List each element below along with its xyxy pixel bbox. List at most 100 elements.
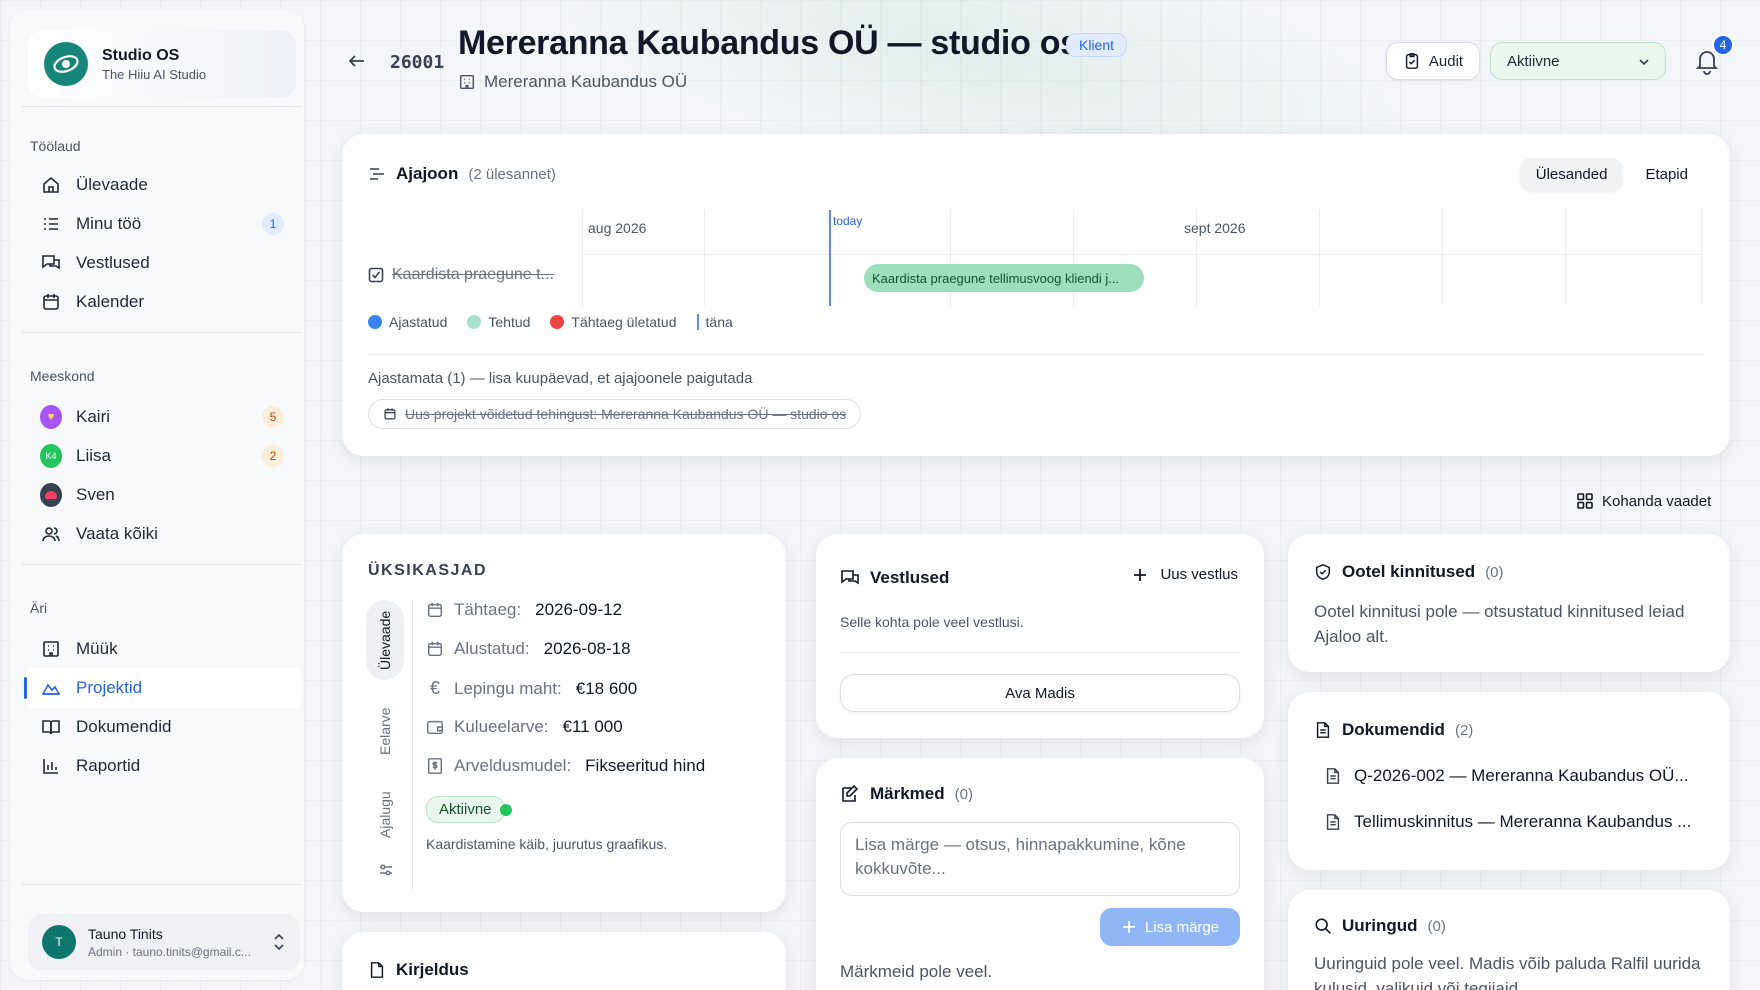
status-select[interactable]: Aktiivne [1490,42,1666,80]
sidebar-item-view-all[interactable]: Vaata kõiki [24,514,302,554]
month-label: sept 2026 [1184,220,1246,236]
new-chat-button[interactable]: Uus vestlus [1132,566,1238,583]
field-contract-value: € Lepingu maht: €18 600 [426,678,637,699]
divider [22,884,302,885]
chats-empty-text: Selle kohta pole veel vestlusi. [840,614,1024,630]
sidebar-item-kairi[interactable]: ♥ Kairi 5 [24,397,302,437]
add-note-button[interactable]: Lisa märge [1100,908,1240,946]
status-dot [500,804,512,816]
plus-icon [1121,919,1137,935]
sidebar-item-label: Ülevaade [76,175,148,194]
timeline-task-bar[interactable]: Kaardista praegune tellimusvoog kliendi … [864,264,1144,292]
section-label-business: Äri [30,600,48,616]
status-badge: Aktiivne [426,796,505,823]
documents-card: Dokumendid (2) Q-2026-002 — Mereranna Ka… [1288,692,1730,870]
sidebar-item-liisa[interactable]: K4 Liisa 2 [24,436,302,476]
research-card: Uuringud (0) Uuringuid pole veel. Madis … [1288,890,1730,990]
avatar [40,483,62,507]
sidebar-item-overview[interactable]: Ülevaade [24,165,302,205]
avatar: T [42,925,76,959]
legend-overdue: Tähtaeg ületatud [571,314,677,330]
sidebar-item-label: Kairi [76,407,111,426]
research-title: Uuringud [1342,916,1418,935]
timeline-card: Ajajoon (2 ülesannet) Ülesanded Etapid a… [342,134,1730,456]
chats-title: Vestlused [870,568,950,587]
edit-note-icon [840,784,860,804]
field-billing-model: Arveldusmudel: Fikseeritud hind [426,756,705,776]
sidebar-item-my-work[interactable]: Minu töö 1 [24,204,302,244]
sidebar-item-label: Minu töö [76,214,142,233]
sidebar-item-label: Vaata kõiki [76,524,158,543]
sidebar-item-label: Raportid [76,756,141,775]
today-marker [829,210,831,306]
settings-sliders-icon[interactable] [378,862,394,878]
briefcase-icon [40,677,62,699]
documents-title: Dokumendid [1342,720,1445,739]
chat-icon [840,568,860,588]
user-meta: Admin · tauno.tinits@gmail.c... [88,944,251,959]
count-badge: 5 [262,406,284,428]
tab-tasks[interactable]: Ülesanded [1519,158,1624,191]
brand-switcher[interactable]: Studio OS The Hiiu AI Studio [28,30,296,98]
calendar-icon [40,291,62,313]
document-icon [1314,721,1332,739]
sidebar-item-label: Dokumendid [76,717,172,736]
note-input[interactable]: Lisa märge — otsus, hinnapakkumine, kõne… [840,822,1240,896]
sidebar-item-sales[interactable]: Müük [24,629,302,669]
document-icon [1324,813,1342,831]
page-title: Mereranna Kaubandus OÜ — studio os [458,24,1079,62]
today-label: today [833,214,863,228]
chart-icon [40,755,62,777]
details-note: Kaardistamine käib, juurutus graafikus. [426,836,668,852]
notes-count: (0) [954,785,973,803]
chevron-updown-icon [272,932,286,952]
field-cost-budget: Kulueelarve: €11 000 [426,717,623,737]
home-icon [40,174,62,196]
document-link[interactable]: Tellimuskinnitus — Mereranna Kaubandus .… [1324,812,1704,832]
calendar-icon [426,601,444,619]
sidebar-item-label: Vestlused [76,253,150,272]
sidebar-item-sven[interactable]: Sven [24,475,302,515]
documents-count: (2) [1454,721,1474,739]
open-madis-button[interactable]: Ava Madis [840,674,1240,712]
tab-stages[interactable]: Etapid [1629,158,1704,191]
unscheduled-task-chip[interactable]: Uus projekt võidetud tehingust: Mererann… [368,399,862,429]
sidebar-item-chats[interactable]: Vestlused [24,243,302,283]
tab-history[interactable]: Ajalugu [366,780,404,850]
shield-check-icon [1314,563,1332,581]
count-badge: 1 [262,213,284,235]
tab-budget[interactable]: Eelarve [366,696,404,766]
tab-overview[interactable]: Ülevaade [366,600,404,680]
legend-today: täna [705,314,733,330]
confirmations-empty-text: Ootel kinnitusi pole — otsustatud kinnit… [1314,602,1685,646]
grid-icon [1576,492,1594,510]
pending-confirmations-card: Ootel kinnitused (0) Ootel kinnitusi pol… [1288,534,1730,672]
sidebar-item-calendar[interactable]: Kalender [24,282,302,322]
sidebar: Studio OS The Hiiu AI Studio Töölaud Üle… [10,10,304,980]
client-name: Mereranna Kaubandus OÜ [484,72,688,91]
building-icon [458,73,476,91]
timeline-task-label[interactable]: Kaardista praegune t... [368,266,564,284]
document-link[interactable]: Q-2026-002 — Mereranna Kaubandus OÜ... [1324,766,1704,786]
sidebar-item-documents[interactable]: Dokumendid [24,707,302,747]
brand-tagline: The Hiiu AI Studio [102,66,207,82]
status-value: Aktiivne [1507,52,1560,70]
wallet-icon [426,718,444,736]
audit-button[interactable]: Audit [1386,42,1480,80]
timeline-icon [368,165,386,183]
back-button[interactable] [344,48,370,74]
invoice-icon [426,757,444,775]
notes-card: Märkmed (0) Lisa märge — otsus, hinnapak… [816,758,1264,990]
chats-card: Vestlused Uus vestlus Selle kohta pole v… [816,534,1264,738]
sidebar-item-projects[interactable]: Projektid [24,668,302,708]
timeline-legend: Ajastatud Tehtud Tähtaeg ületatud täna [368,314,733,330]
user-menu[interactable]: T Tauno Tinits Admin · tauno.tinits@gmai… [28,914,300,970]
customize-view-button[interactable]: Kohanda vaadet [1576,492,1711,510]
divider [22,332,302,333]
divider [22,106,302,107]
clipboard-icon [1403,52,1421,70]
sidebar-item-reports[interactable]: Raportid [24,746,302,786]
research-empty-text: Uuringuid pole veel. Madis võib paluda R… [1314,954,1701,990]
client-subtitle[interactable]: Mereranna Kaubandus OÜ [458,72,687,92]
notes-title: Märkmed [870,784,945,803]
